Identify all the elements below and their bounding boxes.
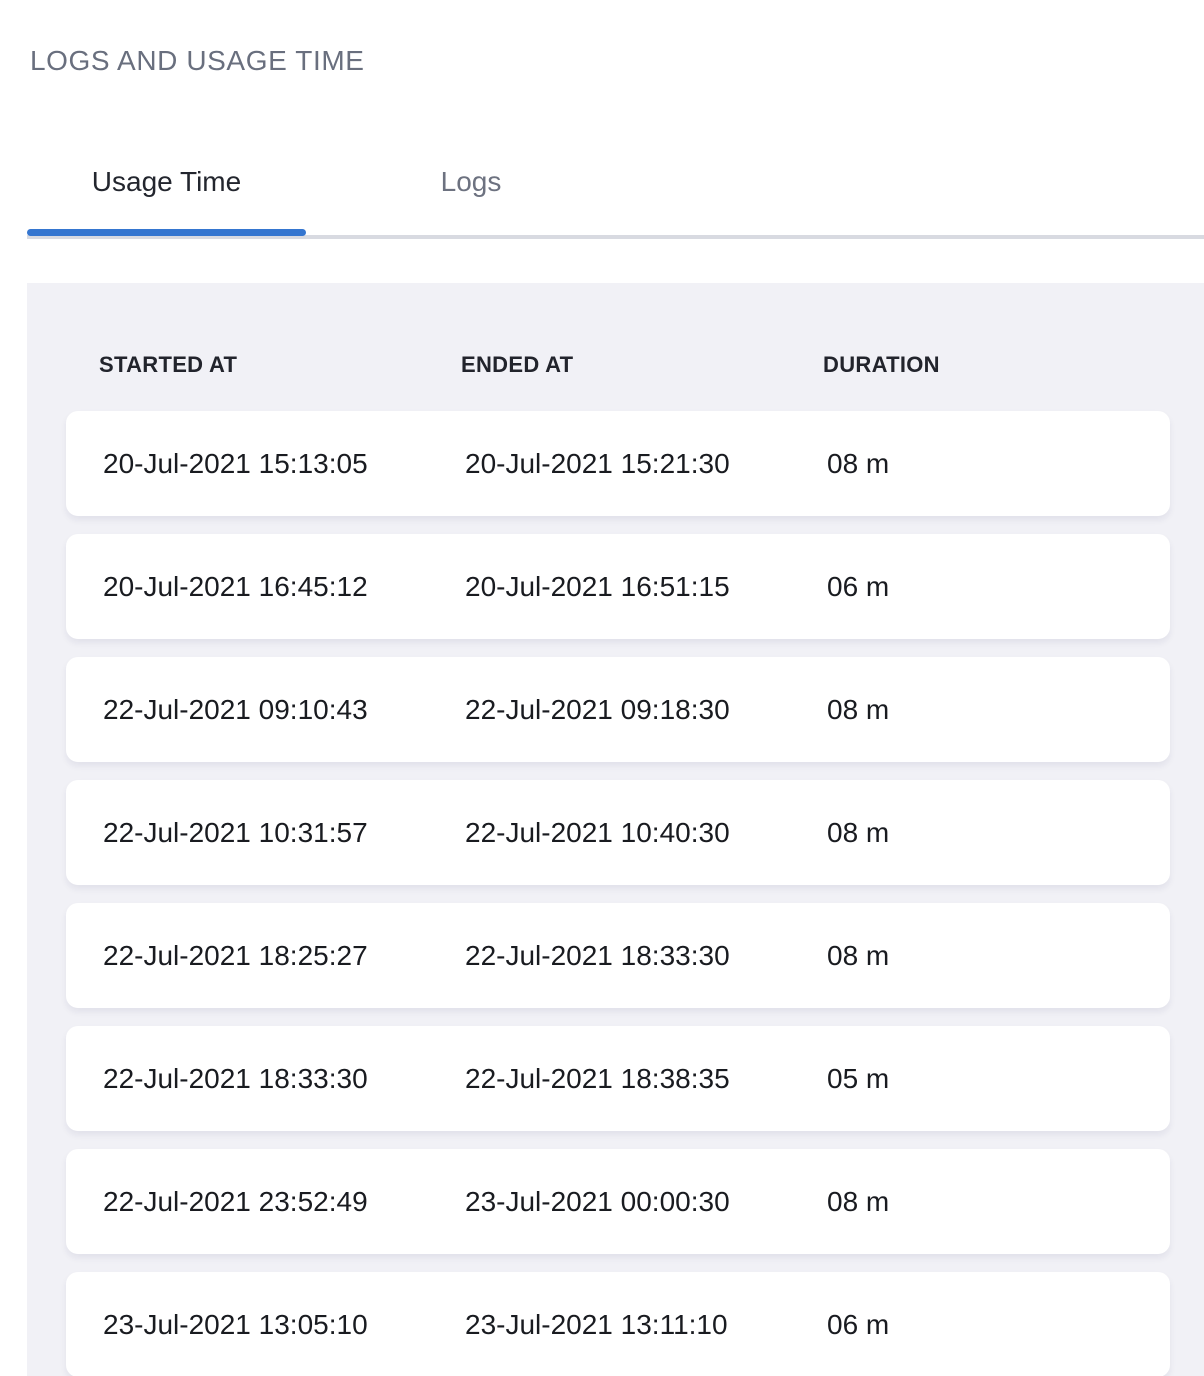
cell-ended-at: 23-Jul-2021 13:11:10 [465, 1309, 827, 1341]
cell-ended-at: 22-Jul-2021 09:18:30 [465, 694, 827, 726]
cell-started-at: 20-Jul-2021 16:45:12 [103, 571, 465, 603]
column-header-duration: DURATION [823, 353, 1204, 377]
table-row: 22-Jul-2021 10:31:57 22-Jul-2021 10:40:3… [66, 780, 1170, 885]
column-header-started-at: STARTED AT [99, 353, 461, 377]
cell-started-at: 22-Jul-2021 10:31:57 [103, 817, 465, 849]
cell-ended-at: 23-Jul-2021 00:00:30 [465, 1186, 827, 1218]
table-row: 23-Jul-2021 13:05:10 23-Jul-2021 13:11:1… [66, 1272, 1170, 1376]
usage-time-panel: STARTED AT ENDED AT DURATION 20-Jul-2021… [27, 283, 1204, 1376]
logs-usage-page: LOGS AND USAGE TIME Usage Time Logs STAR… [0, 0, 1204, 1376]
cell-duration: 05 m [827, 1063, 1170, 1095]
cell-duration: 08 m [827, 940, 1170, 972]
tab-usage-time[interactable]: Usage Time [27, 164, 306, 230]
active-tab-indicator [27, 229, 306, 236]
table-header-row: STARTED AT ENDED AT DURATION [99, 353, 1204, 377]
column-header-ended-at: ENDED AT [461, 353, 823, 377]
cell-duration: 06 m [827, 1309, 1170, 1341]
cell-started-at: 23-Jul-2021 13:05:10 [103, 1309, 465, 1341]
cell-ended-at: 22-Jul-2021 10:40:30 [465, 817, 827, 849]
table-row: 22-Jul-2021 18:25:27 22-Jul-2021 18:33:3… [66, 903, 1170, 1008]
page-title: LOGS AND USAGE TIME [30, 46, 365, 76]
cell-duration: 08 m [827, 448, 1170, 480]
table-row: 22-Jul-2021 23:52:49 23-Jul-2021 00:00:3… [66, 1149, 1170, 1254]
tab-logs[interactable]: Logs [306, 164, 636, 230]
cell-started-at: 22-Jul-2021 23:52:49 [103, 1186, 465, 1218]
cell-ended-at: 22-Jul-2021 18:38:35 [465, 1063, 827, 1095]
cell-duration: 08 m [827, 1186, 1170, 1218]
cell-ended-at: 20-Jul-2021 15:21:30 [465, 448, 827, 480]
table-row: 22-Jul-2021 09:10:43 22-Jul-2021 09:18:3… [66, 657, 1170, 762]
cell-started-at: 20-Jul-2021 15:13:05 [103, 448, 465, 480]
cell-duration: 08 m [827, 694, 1170, 726]
table-row: 22-Jul-2021 18:33:30 22-Jul-2021 18:38:3… [66, 1026, 1170, 1131]
cell-ended-at: 20-Jul-2021 16:51:15 [465, 571, 827, 603]
cell-started-at: 22-Jul-2021 18:33:30 [103, 1063, 465, 1095]
cell-ended-at: 22-Jul-2021 18:33:30 [465, 940, 827, 972]
cell-started-at: 22-Jul-2021 09:10:43 [103, 694, 465, 726]
table-body: 20-Jul-2021 15:13:05 20-Jul-2021 15:21:3… [27, 411, 1204, 1376]
cell-duration: 06 m [827, 571, 1170, 603]
table-row: 20-Jul-2021 16:45:12 20-Jul-2021 16:51:1… [66, 534, 1170, 639]
cell-duration: 08 m [827, 817, 1170, 849]
tab-bar: Usage Time Logs [0, 164, 1204, 240]
table-row: 20-Jul-2021 15:13:05 20-Jul-2021 15:21:3… [66, 411, 1170, 516]
cell-started-at: 22-Jul-2021 18:25:27 [103, 940, 465, 972]
